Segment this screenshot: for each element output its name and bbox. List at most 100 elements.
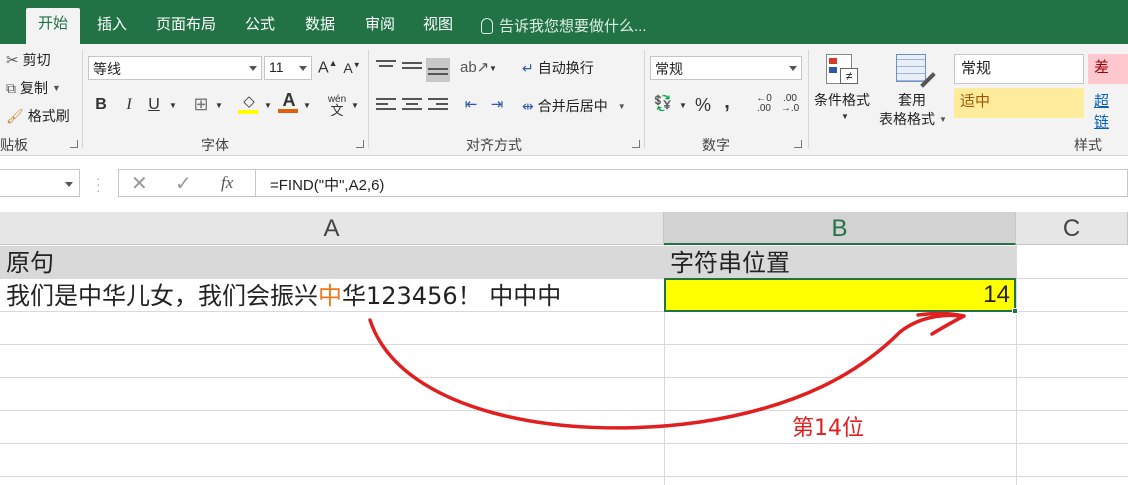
increase-decimal-icon[interactable]: ←0.00 <box>752 94 776 114</box>
copy-label: 复制 <box>20 80 48 96</box>
decrease-indent-icon[interactable]: ⇤ <box>460 95 482 113</box>
align-left-icon[interactable] <box>376 98 396 114</box>
font-name-value: 等线 <box>93 61 121 77</box>
font-size-value: 11 <box>269 59 284 75</box>
tab-formulas[interactable]: 公式 <box>236 9 284 44</box>
font-color-button[interactable]: A <box>278 90 300 113</box>
number-format-combo[interactable]: 常规 <box>650 56 802 80</box>
ribbon: ✂ 剪切 ⧉ 复制 ▼ 🖌 格式刷 贴板 等线 11 A▲ A▼ B I U ▼… <box>0 44 1128 156</box>
formula-bar: · · · ✕ ✓ fx =FIND("中",A2,6) <box>0 166 1128 202</box>
annotation-label: 第14位 <box>792 416 864 441</box>
style-hyperlink[interactable]: 超链 <box>1088 88 1128 131</box>
group-divider <box>644 50 645 148</box>
align-right-icon[interactable] <box>428 98 448 114</box>
name-box[interactable] <box>0 169 80 197</box>
style-normal[interactable]: 常规 <box>954 54 1084 84</box>
fill-color-button[interactable]: ◇ <box>238 92 260 114</box>
lightbulb-icon <box>481 17 493 34</box>
accounting-format-icon[interactable]: 💱 <box>652 94 674 112</box>
grow-font-button[interactable]: A▲ <box>318 58 338 77</box>
percent-style-button[interactable]: % <box>694 95 712 116</box>
chevron-down-icon[interactable]: ▼ <box>168 101 178 110</box>
borders-icon[interactable]: ⊞ <box>190 94 212 115</box>
chevron-down-icon[interactable]: ▼ <box>678 101 688 110</box>
wrap-text-label: 自动换行 <box>537 60 594 76</box>
comma-style-button[interactable]: , <box>720 91 734 114</box>
wrap-text-button[interactable]: ↵ 自动换行 <box>522 58 594 78</box>
conditional-format-icon: ≠ <box>826 52 862 86</box>
cut-button[interactable]: ✂ 剪切 <box>6 50 51 70</box>
align-middle-icon[interactable] <box>402 62 422 78</box>
increase-indent-icon[interactable]: ⇥ <box>486 95 508 113</box>
grow-font-icon: A <box>318 59 329 77</box>
group-divider <box>368 50 369 148</box>
merge-center-label: 合并后居中 <box>537 98 608 114</box>
tab-review[interactable]: 审阅 <box>356 9 404 44</box>
merge-center-button[interactable]: ⇹ 合并后居中 ▼ <box>522 96 626 116</box>
number-group-label: 数字 <box>702 137 730 153</box>
align-bottom-icon[interactable] <box>426 58 450 82</box>
tab-data[interactable]: 数据 <box>296 9 344 44</box>
formula-input[interactable]: =FIND("中",A2,6) <box>256 169 1128 197</box>
number-format-value: 常规 <box>655 61 683 77</box>
phonetic-guide-char: 文 <box>330 103 344 118</box>
alignment-launcher-icon[interactable] <box>632 140 640 148</box>
styles-group-label: 样式 <box>1074 137 1102 153</box>
chevron-down-icon[interactable]: ▼ <box>488 64 498 73</box>
worksheet-grid: A B C 原句 字符串位置 我们是中华儿女，我们会振兴中华123456！ 中中… <box>0 212 1128 485</box>
chevron-down-icon[interactable]: ▼ <box>302 101 312 110</box>
orientation-icon[interactable]: ab↗ <box>460 58 489 76</box>
tell-me-box[interactable]: 告诉我您想要做什么... <box>481 15 647 36</box>
align-top-icon[interactable] <box>376 60 396 76</box>
tab-view[interactable]: 视图 <box>414 9 462 44</box>
paintbrush-icon: 🖌 <box>6 107 24 124</box>
clipboard-launcher-icon[interactable] <box>70 140 78 148</box>
phonetic-guide-button[interactable]: wén 文 <box>326 94 348 118</box>
cut-label: 剪切 <box>22 52 51 68</box>
format-painter-button[interactable]: 🖌 格式刷 <box>6 106 70 126</box>
shrink-font-button[interactable]: A▼ <box>343 60 361 76</box>
chevron-down-icon: ▼ <box>52 83 61 93</box>
style-bad[interactable]: 差 <box>1088 54 1128 84</box>
tab-page-layout[interactable]: 页面布局 <box>148 9 224 44</box>
font-name-combo[interactable]: 等线 <box>88 56 262 80</box>
copy-button[interactable]: ⧉ 复制 ▼ <box>6 78 61 98</box>
format-as-table-label-1: 套用 <box>898 92 926 108</box>
bold-button[interactable]: B <box>92 96 110 114</box>
group-divider <box>82 50 83 148</box>
chevron-down-icon <box>299 66 307 71</box>
insert-function-icon[interactable]: fx <box>221 173 233 193</box>
conditional-format-button[interactable]: 条件格式 <box>814 90 870 110</box>
style-neutral[interactable]: 适中 <box>954 88 1084 118</box>
table-format-icon <box>896 52 936 88</box>
number-launcher-icon[interactable] <box>794 140 802 148</box>
align-center-icon[interactable] <box>402 98 422 114</box>
chevron-down-icon[interactable]: ▼ <box>263 101 273 110</box>
merge-icon: ⇹ <box>522 97 534 114</box>
annotation-arrow <box>368 311 966 430</box>
underline-button[interactable]: U <box>145 96 163 114</box>
clipboard-group-label: 贴板 <box>0 137 28 153</box>
drag-handle-icon[interactable]: · · · <box>96 171 101 197</box>
tab-insert[interactable]: 插入 <box>88 9 136 44</box>
tell-me-text: 告诉我您想要做什么... <box>499 18 647 35</box>
chevron-down-icon: ▼ <box>617 101 626 111</box>
format-as-table-button[interactable]: 表格格式 ▼ <box>879 109 947 129</box>
format-as-table-label-2: 表格格式 <box>879 111 935 127</box>
group-divider <box>808 50 809 148</box>
chevron-down-icon[interactable]: ▼ <box>840 112 850 121</box>
enter-icon[interactable]: ✓ <box>175 171 192 196</box>
paint-bucket-icon: ◇ <box>243 93 255 110</box>
font-color-icon: A <box>282 90 296 110</box>
alignment-group-label: 对齐方式 <box>466 137 522 153</box>
cancel-icon[interactable]: ✕ <box>131 171 148 196</box>
chevron-down-icon[interactable]: ▼ <box>350 101 360 110</box>
chevron-down-icon[interactable]: ▼ <box>214 101 224 110</box>
chevron-down-icon: ▼ <box>939 114 947 124</box>
font-launcher-icon[interactable] <box>356 140 364 148</box>
font-size-combo[interactable]: 11 <box>264 56 312 80</box>
italic-button[interactable]: I <box>120 96 138 114</box>
decrease-decimal-icon[interactable]: .00 →.0 <box>778 94 802 114</box>
tab-home[interactable]: 开始 <box>26 8 80 44</box>
formula-buttons: ✕ ✓ fx <box>118 169 256 197</box>
